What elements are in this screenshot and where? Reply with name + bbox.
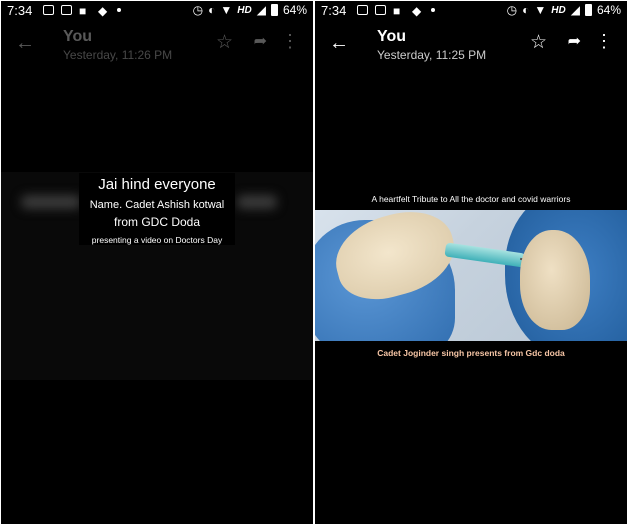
more-notifications-dot-icon xyxy=(117,8,121,12)
sender-name: You xyxy=(377,28,407,45)
sender-name: You xyxy=(63,28,93,45)
video-line-1: Jai hind everyone xyxy=(98,176,216,193)
app-notification-icon xyxy=(61,5,72,15)
shirt-icon: ■ xyxy=(79,4,87,18)
status-bar: 7:34 ■ ◆ ◷ ◐ ▼ HD ◢ 64% xyxy=(315,1,627,21)
forward-icon[interactable]: ➦ xyxy=(568,34,581,50)
alarm-icon: ◷ xyxy=(506,3,518,17)
battery-icon xyxy=(270,4,278,16)
blurred-text xyxy=(21,195,81,209)
video-frame[interactable] xyxy=(315,210,627,341)
status-time: 7:34 xyxy=(321,3,347,18)
network-type: HD xyxy=(237,4,252,16)
notification-icon xyxy=(43,5,54,15)
message-timestamp: Yesterday, 11:26 PM xyxy=(63,48,173,62)
app-bar: ← You Yesterday, 11:26 PM ☆ ➦ ⋮ xyxy=(1,21,313,65)
video-line-4: presenting a video on Doctors Day xyxy=(91,235,223,245)
more-vert-icon[interactable]: ⋮ xyxy=(595,32,613,50)
notification-icon xyxy=(357,5,368,15)
alarm-icon: ◷ xyxy=(192,3,204,17)
data-saver-icon: ◐ xyxy=(522,3,530,17)
battery-icon xyxy=(584,4,592,16)
video-tribute-text: A heartfelt Tribute to All the doctor an… xyxy=(371,194,571,204)
data-saver-icon: ◐ xyxy=(208,3,216,17)
message-timestamp: Yesterday, 11:25 PM xyxy=(377,48,487,62)
arrow-back-icon[interactable]: ← xyxy=(15,33,35,53)
signal-icon: ◢ xyxy=(256,3,266,17)
status-bar: 7:34 ■ ◆ ◷ ◐ ▼ HD ◢ 64% xyxy=(1,1,313,21)
video-caption: Cadet Joginder singh presents from Gdc d… xyxy=(377,348,565,358)
app-notification-icon xyxy=(375,5,386,15)
battery-percent: 64% xyxy=(596,3,621,17)
status-time: 7:34 xyxy=(7,3,33,18)
video-title-card: Jai hind everyone Name. Cadet Ashish kot… xyxy=(79,173,235,245)
gesture-icon: ◆ xyxy=(412,4,422,18)
battery-percent: 64% xyxy=(282,3,307,17)
shirt-icon: ■ xyxy=(393,4,401,18)
more-notifications-dot-icon xyxy=(431,8,435,12)
network-type: HD xyxy=(551,4,566,16)
arrow-back-icon[interactable]: ← xyxy=(329,33,349,53)
forward-icon[interactable]: ➦ xyxy=(254,34,267,50)
video-line-2: Name. Cadet Ashish kotwal xyxy=(89,199,225,211)
right-screen: 7:34 ■ ◆ ◷ ◐ ▼ HD ◢ 64% ← You Yesterday,… xyxy=(315,1,627,524)
signal-icon: ◢ xyxy=(570,3,580,17)
blurred-text xyxy=(237,195,277,209)
app-bar: ← You Yesterday, 11:25 PM ☆ ➦ ⋮ xyxy=(315,21,627,65)
video-line-3: from GDC Doda xyxy=(113,215,201,229)
star-outline-icon[interactable]: ☆ xyxy=(216,33,233,52)
wifi-icon: ▼ xyxy=(534,3,547,17)
wifi-icon: ▼ xyxy=(220,3,233,17)
left-screen: 7:34 ■ ◆ ◷ ◐ ▼ HD ◢ 64% ← You Yesterday,… xyxy=(1,1,313,524)
star-outline-icon[interactable]: ☆ xyxy=(530,33,547,52)
gloved-hand xyxy=(520,230,590,330)
more-vert-icon[interactable]: ⋮ xyxy=(281,32,299,50)
gesture-icon: ◆ xyxy=(98,4,108,18)
